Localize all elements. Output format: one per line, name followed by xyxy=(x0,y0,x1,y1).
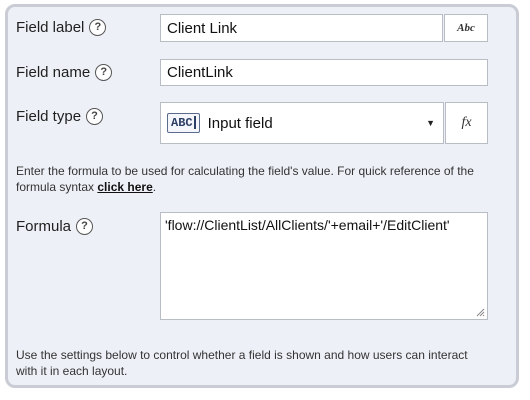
formula-reference-link[interactable]: click here xyxy=(97,180,152,194)
field-label-help-icon[interactable]: ? xyxy=(89,19,107,36)
field-type-caption: Field type xyxy=(16,108,82,125)
field-type-row-label: Field type ? xyxy=(16,108,104,125)
layout-settings-hint: Use the settings below to control whethe… xyxy=(16,348,468,378)
field-label-input[interactable]: Client Link xyxy=(160,14,443,42)
formula-row-label: Formula ? xyxy=(16,218,94,235)
resize-grip-icon[interactable] xyxy=(476,308,485,317)
field-type-select[interactable]: ABC Input field ▼ xyxy=(160,102,444,144)
formula-textarea[interactable]: 'flow://ClientList/AllClients/'+email+'/… xyxy=(160,212,488,320)
field-settings-panel: Field label ? Client Link Abc Field name… xyxy=(5,4,519,388)
formula-caption: Formula xyxy=(16,218,72,235)
field-name-input[interactable]: ClientLink xyxy=(160,59,488,86)
field-label-caption: Field label xyxy=(16,19,85,36)
input-field-type-icon: ABC xyxy=(167,113,200,133)
field-type-selected-value: Input field xyxy=(207,114,273,132)
field-name-caption: Field name xyxy=(16,64,91,81)
field-label-row-label: Field label ? xyxy=(16,19,107,36)
formula-hint-text: Enter the formula to be used for calcula… xyxy=(16,164,474,194)
formula-help-icon[interactable]: ? xyxy=(76,218,94,235)
dropdown-arrow-icon: ▼ xyxy=(426,118,435,128)
text-format-button[interactable]: Abc xyxy=(444,14,488,42)
field-label-value: Client Link xyxy=(167,19,238,37)
formula-fx-button[interactable]: fx xyxy=(445,102,488,144)
field-type-help-icon[interactable]: ? xyxy=(86,108,104,125)
formula-value: 'flow://ClientList/AllClients/'+email+'/… xyxy=(165,217,450,233)
field-name-value: ClientLink xyxy=(167,64,233,81)
field-name-row-label: Field name ? xyxy=(16,64,113,81)
field-name-help-icon[interactable]: ? xyxy=(95,64,113,81)
